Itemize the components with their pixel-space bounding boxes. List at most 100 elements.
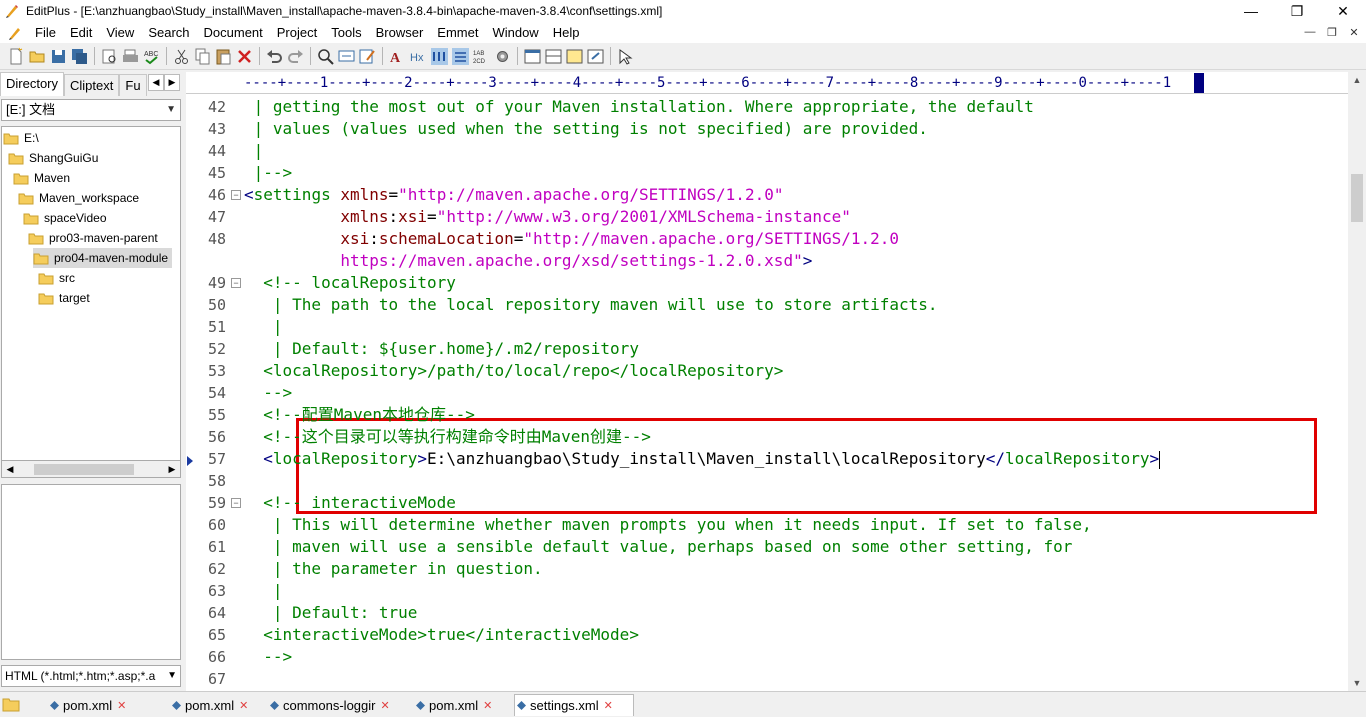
undo-icon[interactable] [265, 47, 284, 66]
code-line[interactable]: | [244, 316, 283, 338]
code-line[interactable]: | values (values used when the setting i… [244, 118, 928, 140]
close-tab-icon[interactable]: ✕ [604, 699, 613, 712]
editor-pane[interactable]: ----+----1----+----2----+----3----+----4… [186, 72, 1348, 691]
file-tab[interactable]: settings.xml ✕ [514, 694, 634, 716]
tab-cliptext[interactable]: Cliptext [64, 74, 120, 96]
cut-icon[interactable] [172, 47, 191, 66]
code-line[interactable]: |--> [244, 162, 293, 184]
file-tab[interactable]: pom.xml ✕ [414, 694, 510, 716]
panel-tab-next-button[interactable]: ▶ [164, 74, 180, 91]
menu-browser[interactable]: Browser [369, 22, 431, 43]
fold-toggle-icon[interactable]: − [231, 190, 241, 200]
editor-vertical-scrollbar[interactable]: ▲ ▼ [1348, 72, 1366, 691]
drive-select[interactable]: [E:] 文档 ▼ [1, 99, 181, 121]
fold-toggle-icon[interactable]: − [231, 498, 241, 508]
word-wrap-icon[interactable] [430, 47, 449, 66]
fullscreen-icon[interactable] [586, 47, 605, 66]
save-all-icon[interactable] [70, 47, 89, 66]
scroll-thumb[interactable] [34, 464, 134, 475]
split-icon[interactable] [544, 47, 563, 66]
print-preview-icon[interactable] [100, 47, 119, 66]
tab-functions[interactable]: Fu [119, 74, 147, 96]
menu-edit[interactable]: Edit [63, 22, 99, 43]
code-line[interactable]: | This will determine whether maven prom… [244, 514, 1092, 536]
save-icon[interactable] [49, 47, 68, 66]
delete-icon[interactable] [235, 47, 254, 66]
line-numbers-icon[interactable] [451, 47, 470, 66]
code-line[interactable]: <interactiveMode>true</interactiveMode> [244, 624, 639, 646]
replace-icon[interactable] [337, 47, 356, 66]
paste-icon[interactable] [214, 47, 233, 66]
scroll-left-icon[interactable]: ◀ [2, 461, 18, 477]
font-icon[interactable]: A [388, 47, 407, 66]
code-line[interactable]: | [244, 580, 283, 602]
code-line[interactable]: <localRepository>/path/to/local/repo</lo… [244, 360, 783, 382]
close-button[interactable]: ✕ [1320, 0, 1366, 22]
menu-project[interactable]: Project [270, 22, 324, 43]
file-tab[interactable]: commons-loggir ✕ [268, 694, 402, 716]
find-icon[interactable] [316, 47, 335, 66]
tree-node[interactable]: target [38, 288, 90, 308]
copy-icon[interactable] [193, 47, 212, 66]
column-icon[interactable]: 1AB 2CD [472, 47, 491, 66]
tree-node[interactable]: ShangGuiGu [8, 148, 98, 168]
code-line[interactable]: | The path to the local repository maven… [244, 294, 938, 316]
code-line[interactable]: | getting the most out of your Maven ins… [244, 96, 1034, 118]
document-menu-icon[interactable] [6, 24, 24, 42]
code-line[interactable]: xsi:schemaLocation="http://maven.apache.… [244, 228, 899, 250]
code-line[interactable]: | maven will use a sensible default valu… [244, 536, 1073, 558]
mdi-close-button[interactable]: ✕ [1346, 24, 1362, 40]
spellcheck-icon[interactable]: ABC [142, 47, 161, 66]
code-area[interactable]: | getting the most out of your Maven ins… [244, 96, 1348, 691]
tree-node[interactable]: pro04-maven-module [33, 248, 173, 268]
settings-icon[interactable] [493, 47, 512, 66]
menu-file[interactable]: File [28, 22, 63, 43]
tree-node[interactable]: E:\ [3, 128, 39, 148]
close-tab-icon[interactable]: ✕ [239, 699, 248, 712]
chevron-down-icon[interactable]: ▼ [165, 666, 177, 686]
code-line[interactable]: https://maven.apache.org/xsd/settings-1.… [244, 250, 812, 272]
file-tab[interactable]: pom.xml ✕ [170, 694, 266, 716]
chevron-down-icon[interactable]: ▼ [166, 100, 176, 120]
file-list[interactable] [1, 484, 181, 660]
panel-tab-prev-button[interactable]: ◀ [148, 74, 164, 91]
tree-node[interactable]: spaceVideo [23, 208, 107, 228]
open-folder-icon[interactable] [28, 47, 47, 66]
maximize-button[interactable]: ❐ [1274, 0, 1320, 22]
print-icon[interactable] [121, 47, 140, 66]
code-line[interactable]: | [244, 140, 264, 162]
fold-toggle-icon[interactable]: − [231, 278, 241, 288]
file-tab[interactable]: pom.xml ✕ [48, 694, 162, 716]
scroll-right-icon[interactable]: ▶ [164, 461, 180, 477]
code-line[interactable]: <!--配置Maven本地仓库--> [244, 404, 475, 426]
scroll-up-icon[interactable]: ▲ [1348, 72, 1366, 88]
code-line[interactable]: <localRepository>E:\anzhuangbao\Study_in… [244, 448, 1161, 470]
tree-node[interactable]: pro03-maven-parent [28, 228, 158, 248]
menu-search[interactable]: Search [141, 22, 196, 43]
code-line[interactable]: --> [244, 382, 292, 404]
tree-node[interactable]: Maven_workspace [18, 188, 139, 208]
code-line[interactable]: xmlns:xsi="http://www.w3.org/2001/XMLSch… [244, 206, 851, 228]
mdi-restore-button[interactable]: ❐ [1324, 24, 1340, 40]
tab-directory[interactable]: Directory [0, 72, 65, 96]
code-line[interactable]: --> [244, 646, 292, 668]
menu-help[interactable]: Help [546, 22, 587, 43]
scroll-thumb[interactable] [1351, 174, 1363, 222]
edit-icon[interactable] [358, 47, 377, 66]
scroll-down-icon[interactable]: ▼ [1348, 675, 1366, 691]
menu-view[interactable]: View [99, 22, 141, 43]
new-file-icon[interactable] [7, 47, 26, 66]
mdi-minimize-button[interactable]: — [1302, 24, 1318, 40]
menu-emmet[interactable]: Emmet [430, 22, 485, 43]
hex-icon[interactable]: Hx [409, 47, 428, 66]
code-line[interactable]: | Default: true [244, 602, 418, 624]
code-line[interactable]: <!--这个目录可以等执行构建命令时由Maven创建--> [244, 426, 651, 448]
tree-node[interactable]: Maven [13, 168, 70, 188]
tree-horizontal-scrollbar[interactable]: ◀ ▶ [1, 461, 181, 478]
folder-icon[interactable] [2, 696, 20, 712]
close-tab-icon[interactable]: ✕ [117, 699, 126, 712]
menu-tools[interactable]: Tools [324, 22, 368, 43]
close-tab-icon[interactable]: ✕ [380, 699, 389, 712]
code-line[interactable]: <!-- interactiveMode [244, 492, 456, 514]
minimize-button[interactable]: — [1228, 0, 1274, 22]
